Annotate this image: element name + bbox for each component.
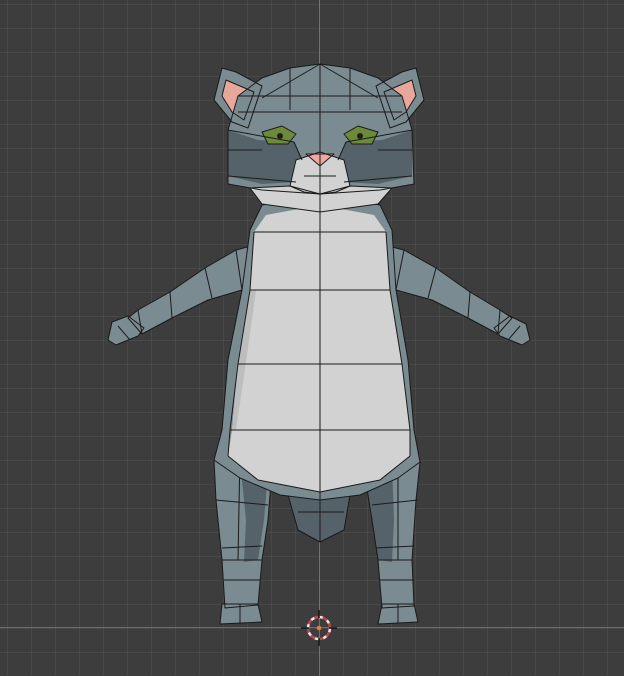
tail <box>287 494 351 543</box>
torso <box>213 194 421 501</box>
right-arm <box>381 244 531 346</box>
3d-cursor-icon[interactable] <box>301 610 337 646</box>
cat-head <box>213 63 425 213</box>
cat-model[interactable] <box>0 0 624 676</box>
3d-viewport[interactable] <box>0 0 624 676</box>
